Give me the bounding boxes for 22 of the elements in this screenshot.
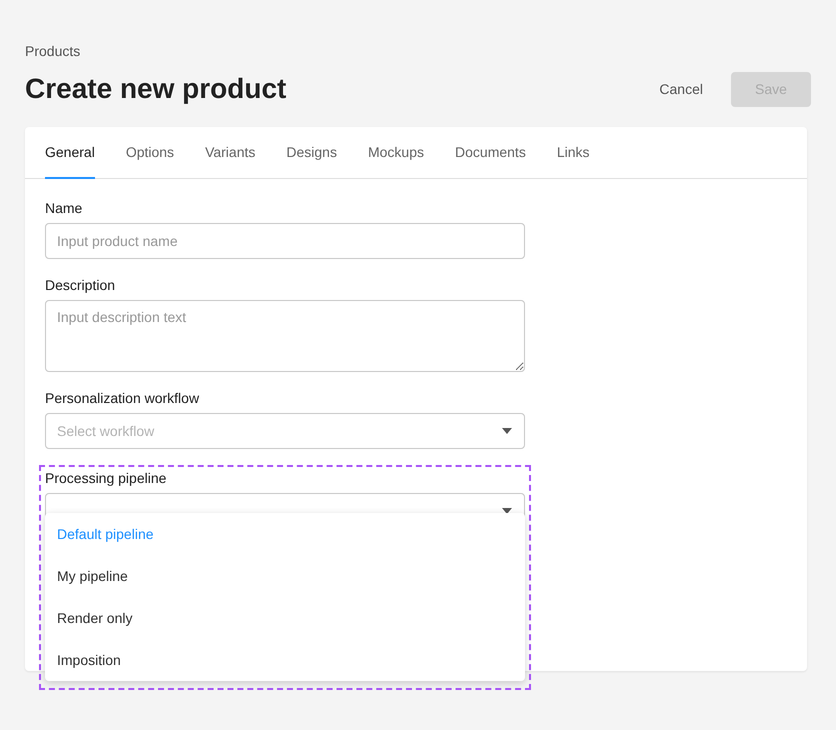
field-label: Description [45, 276, 116, 295]
menu-option[interactable]: Default pipeline [45, 513, 525, 555]
menu-option[interactable]: My pipeline [45, 555, 525, 597]
caret-icon [502, 428, 512, 434]
field-label: Processing pipeline [45, 469, 168, 488]
input-field[interactable]: Input product name [45, 223, 525, 259]
breadcrumb[interactable]: Products [25, 42, 811, 60]
placeholder-text: Select workflow [57, 422, 154, 440]
tab[interactable]: Designs [286, 127, 337, 179]
field-label: Personalization workflow [45, 389, 200, 408]
menu-option[interactable]: Imposition [45, 639, 525, 681]
tab[interactable]: Mockups [368, 127, 424, 179]
page-title: Create new product [25, 72, 286, 106]
menu-option[interactable]: Render only [45, 597, 525, 639]
tab[interactable]: General [45, 127, 95, 179]
tab[interactable]: Documents [455, 127, 526, 179]
cancel-button[interactable]: Cancel [644, 72, 718, 106]
text-area[interactable]: Input description text [45, 300, 525, 372]
tab[interactable]: Links [556, 127, 590, 179]
tab[interactable]: Options [126, 127, 174, 179]
tab[interactable]: Variants [205, 127, 256, 179]
field-label: Name [45, 199, 84, 218]
